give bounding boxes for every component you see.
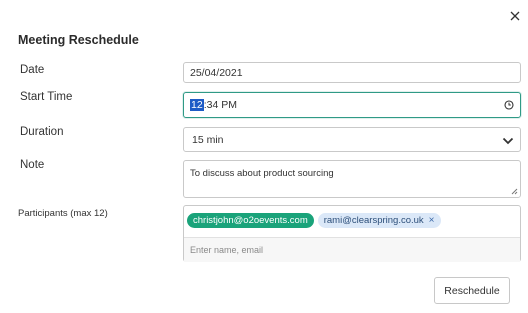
start-time-rest: :34 PM — [203, 99, 237, 111]
dialog-title: Meeting Reschedule — [18, 33, 139, 47]
participant-email: rami@clearspring.co.uk — [323, 215, 424, 226]
participant-chip[interactable]: rami@clearspring.co.uk × — [317, 213, 441, 228]
participant-email: christjohn@o2oevents.com — [193, 215, 308, 226]
participant-placeholder: Enter name, email — [190, 245, 264, 255]
start-time-field[interactable]: 12:34 PM — [183, 92, 521, 118]
chevron-down-icon — [502, 136, 514, 145]
start-time-label: Start Time — [20, 91, 73, 103]
duration-select[interactable]: 15 min — [183, 127, 521, 152]
note-textarea[interactable]: To discuss about product sourcing — [183, 160, 521, 198]
date-field[interactable]: 25/04/2021 — [183, 62, 521, 83]
resize-grip-icon[interactable] — [510, 187, 518, 195]
participant-chip[interactable]: christjohn@o2oevents.com — [187, 213, 314, 228]
participants-field[interactable]: christjohn@o2oevents.com rami@clearsprin… — [183, 205, 521, 262]
start-time-hour: 12 — [190, 99, 204, 111]
note-label: Note — [20, 159, 45, 171]
remove-participant-icon[interactable]: × — [429, 215, 435, 226]
participant-search-input[interactable]: Enter name, email — [184, 237, 520, 262]
reschedule-button[interactable]: Reschedule — [434, 277, 510, 304]
close-icon[interactable] — [505, 6, 525, 26]
clock-icon[interactable] — [504, 100, 514, 110]
date-value: 25/04/2021 — [190, 67, 243, 79]
date-label: Date — [20, 64, 45, 76]
note-value: To discuss about product sourcing — [190, 168, 334, 179]
duration-label: Duration — [20, 126, 64, 138]
participants-label: Participants (max 12) — [18, 208, 108, 219]
participant-chips: christjohn@o2oevents.com rami@clearsprin… — [187, 213, 441, 228]
duration-value: 15 min — [192, 134, 224, 146]
